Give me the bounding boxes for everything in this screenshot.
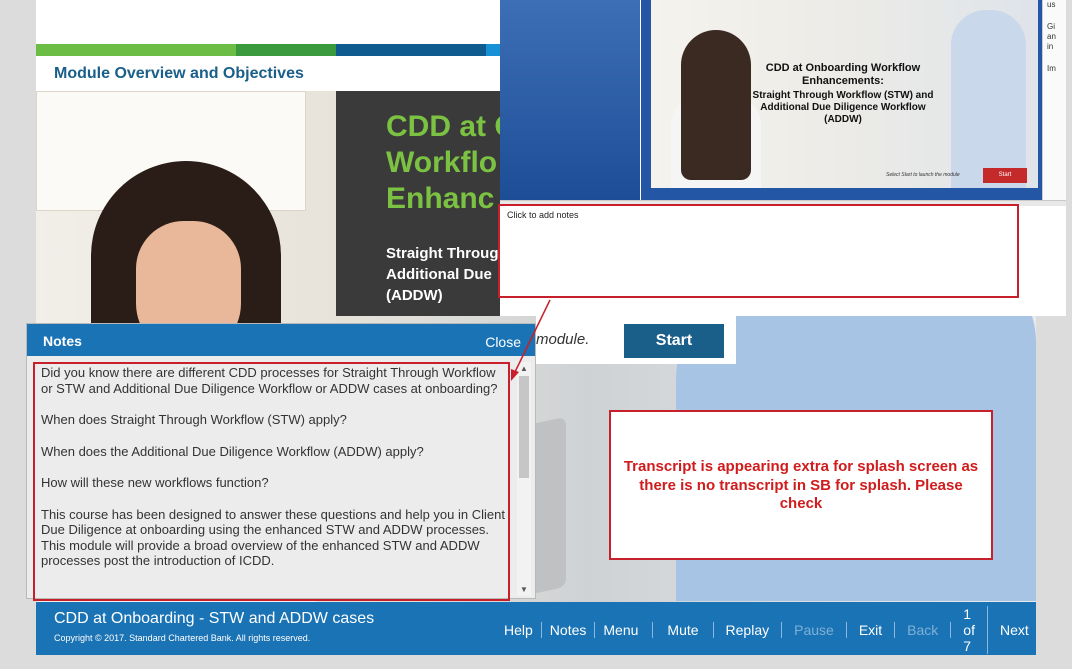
next-button[interactable]: Next bbox=[988, 622, 1036, 638]
back-button[interactable]: Back bbox=[895, 622, 952, 638]
player-footer: CDD at Onboarding - STW and ADDW cases C… bbox=[36, 602, 1036, 655]
annotation-box-transcript bbox=[33, 362, 510, 601]
scroll-up-icon[interactable]: ▲ bbox=[520, 364, 528, 373]
storyboard-slide-canvas: CDD at Onboarding Workflow Enhancements:… bbox=[651, 0, 1038, 188]
start-button[interactable]: Start bbox=[624, 324, 724, 358]
nav-bar: Help Notes Menu Mute Replay Pause Exit B… bbox=[496, 606, 1036, 654]
replay-button[interactable]: Replay bbox=[714, 622, 783, 638]
copyright-text: Copyright © 2017. Standard Chartered Ban… bbox=[54, 633, 311, 643]
stripe-segment-darkgreen bbox=[236, 44, 336, 56]
stripe-segment-navy bbox=[336, 44, 486, 56]
notes-header: Notes Close bbox=[27, 324, 535, 356]
mute-button[interactable]: Mute bbox=[653, 622, 714, 638]
annotation-box-storyboard-notes bbox=[498, 204, 1019, 298]
right-panel-snippet: us bbox=[1047, 0, 1056, 9]
storyboard-right-panel: us Gi an in Im bbox=[1042, 0, 1066, 200]
page-counter: 1 of 7 bbox=[951, 606, 988, 654]
storyboard-start-hint: Select Start to launch the module bbox=[886, 172, 960, 178]
storyboard-slide: CDD at Onboarding Workflow Enhancements:… bbox=[641, 0, 1042, 200]
scroll-thumb[interactable] bbox=[519, 376, 529, 478]
module-title: Module Overview and Objectives bbox=[54, 65, 304, 82]
scroll-down-icon[interactable]: ▼ bbox=[520, 585, 528, 594]
start-strip: module. Start bbox=[536, 316, 736, 364]
sb-woman-figure bbox=[681, 30, 751, 180]
storyboard-left-panel bbox=[500, 0, 640, 200]
notes-button[interactable]: Notes bbox=[542, 622, 596, 638]
start-instruction: module. bbox=[536, 331, 590, 348]
review-comment-box: Transcript is appearing extra for splash… bbox=[609, 410, 993, 560]
storyboard-start-button[interactable]: Start bbox=[983, 168, 1027, 183]
right-panel-snippet: Im bbox=[1047, 64, 1056, 73]
course-name: CDD at Onboarding - STW and ADDW cases bbox=[54, 610, 375, 627]
notes-close-button[interactable]: Close bbox=[485, 334, 521, 350]
stripe-segment-green bbox=[36, 44, 236, 56]
notes-title: Notes bbox=[43, 333, 82, 349]
menu-button[interactable]: Menu bbox=[595, 622, 654, 638]
pause-button[interactable]: Pause bbox=[782, 622, 847, 638]
right-panel-snippet: Gi an in bbox=[1047, 22, 1056, 51]
help-button[interactable]: Help bbox=[496, 622, 542, 638]
notes-scrollbar[interactable]: ▲ ▼ bbox=[517, 362, 531, 596]
storyboard-slide-subtitle: Straight Through Workflow (STW) and Addi… bbox=[752, 90, 934, 125]
storyboard-slide-title: CDD at Onboarding Workflow Enhancements: bbox=[765, 62, 921, 87]
exit-button[interactable]: Exit bbox=[847, 622, 896, 638]
review-comment: Transcript is appearing extra for splash… bbox=[623, 458, 979, 512]
sb-man-figure bbox=[951, 10, 1026, 188]
